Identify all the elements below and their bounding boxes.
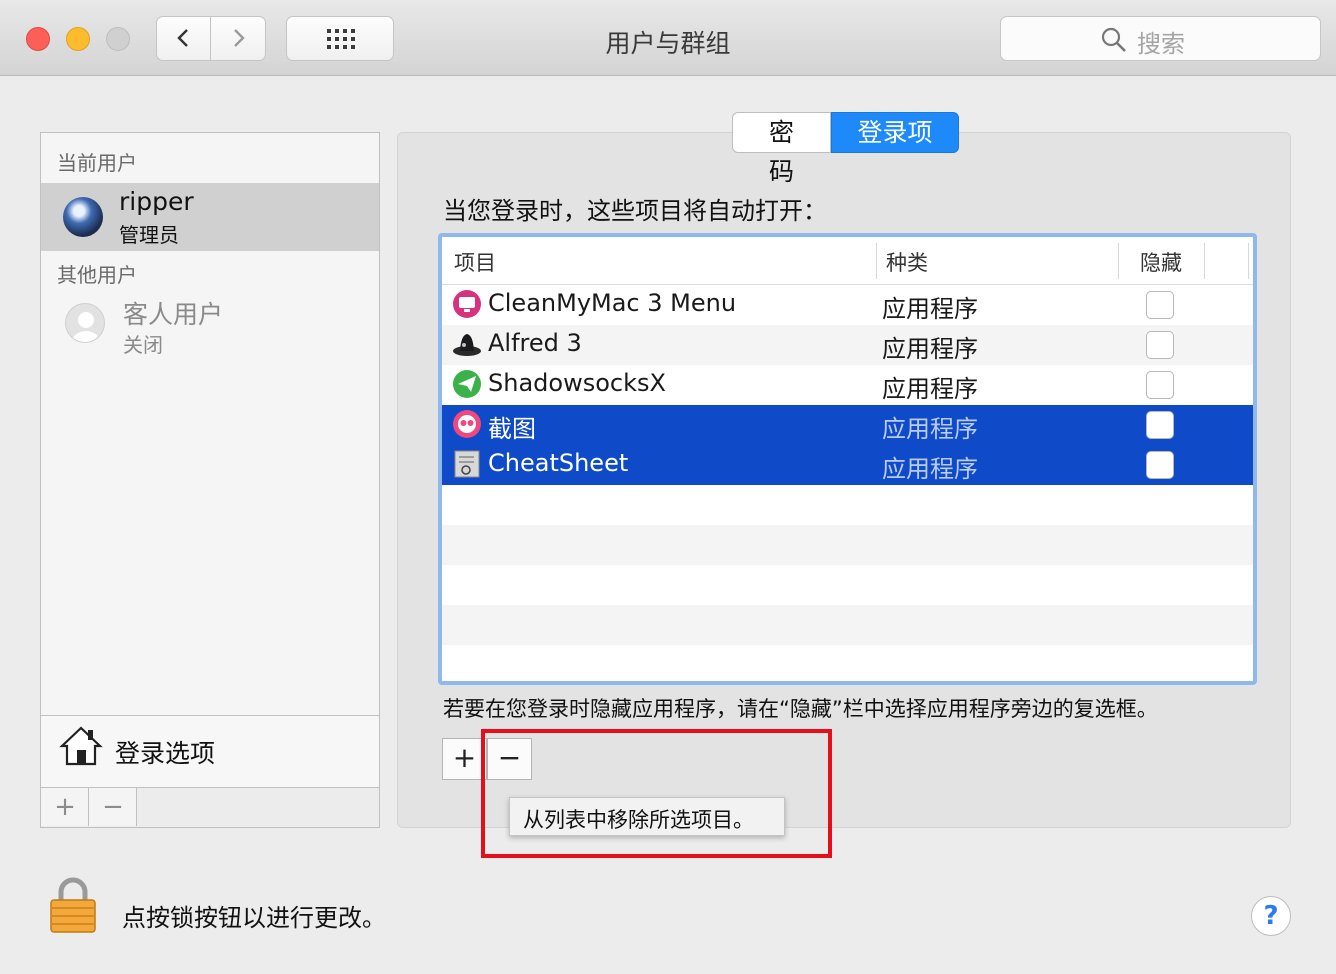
column-hide[interactable]: 隐藏 [1140, 247, 1182, 277]
alfred-icon [453, 334, 481, 356]
table-header: 项目 种类 隐藏 [442, 237, 1253, 285]
guest-user-state: 关闭 [123, 333, 163, 357]
tab-bar: 密码 登录项 [732, 112, 959, 186]
search-field[interactable]: 搜索 [1000, 16, 1321, 61]
title-bar: 用户与群组 搜索 [0, 0, 1336, 76]
remove-user-button[interactable]: − [89, 788, 137, 826]
item-kind: 应用程序 [882, 375, 978, 403]
hide-checkbox[interactable] [1146, 331, 1174, 359]
user-role: 管理员 [119, 223, 179, 247]
empty-row [442, 485, 1253, 525]
column-kind[interactable]: 种类 [886, 247, 928, 277]
avatar [63, 197, 103, 237]
table-row[interactable]: 截图 应用程序 [442, 405, 1253, 445]
house-icon [59, 726, 103, 766]
item-name: ShadowsocksX [488, 369, 666, 397]
highlight-box [481, 729, 832, 858]
other-users-label: 其他用户 [57, 263, 137, 287]
login-options-item[interactable]: 登录选项 [41, 715, 379, 787]
column-item[interactable]: 项目 [454, 247, 496, 277]
help-button[interactable]: ? [1251, 896, 1291, 936]
lock-text: 点按锁按钮以进行更改。 [122, 904, 386, 932]
login-items-table[interactable]: 项目 种类 隐藏 CleanMyMac 3 Menu 应用程序 Alfred 3… [438, 233, 1257, 685]
hide-hint: 若要在您登录时隐藏应用程序，请在“隐藏”栏中选择应用程序旁边的复选框。 [443, 697, 1158, 721]
shadowsocks-icon [453, 370, 481, 398]
login-items-intro: 当您登录时，这些项目将自动打开： [443, 197, 827, 225]
table-row[interactable]: ShadowsocksX 应用程序 [442, 365, 1253, 405]
tab-password[interactable]: 密码 [732, 112, 831, 186]
search-icon [1101, 27, 1126, 52]
user-name: ripper [119, 187, 194, 216]
item-name: Alfred 3 [488, 329, 582, 357]
item-name: CleanMyMac 3 Menu [488, 289, 737, 317]
empty-row [442, 605, 1253, 645]
item-kind: 应用程序 [882, 455, 978, 483]
item-name: 截图 [488, 415, 536, 443]
hide-checkbox[interactable] [1146, 371, 1174, 399]
add-user-button[interactable]: + [41, 788, 89, 826]
item-kind: 应用程序 [882, 295, 978, 323]
item-name: CheatSheet [488, 449, 629, 477]
cleanmymac-icon [453, 290, 481, 318]
empty-row [442, 645, 1253, 681]
lock-icon[interactable] [48, 876, 98, 934]
item-kind: 应用程序 [882, 415, 978, 443]
hide-checkbox[interactable] [1146, 451, 1174, 479]
search-placeholder: 搜索 [1137, 30, 1185, 58]
empty-row [442, 565, 1253, 605]
user-list: 当前用户 ripper 管理员 其他用户 客人用户 关闭 登录选项 + − [40, 132, 380, 828]
table-row[interactable]: CheatSheet 应用程序 [442, 445, 1253, 485]
user-item-ripper[interactable]: ripper 管理员 [41, 183, 379, 251]
login-options-label: 登录选项 [115, 739, 216, 768]
item-kind: 应用程序 [882, 335, 978, 363]
current-user-label: 当前用户 [57, 151, 137, 175]
table-row[interactable]: Alfred 3 应用程序 [442, 325, 1253, 365]
cheatsheet-icon [454, 450, 480, 478]
empty-row [442, 525, 1253, 565]
guest-user-name: 客人用户 [123, 300, 224, 329]
user-add-remove-bar: + − [41, 787, 379, 827]
table-row[interactable]: CleanMyMac 3 Menu 应用程序 [442, 285, 1253, 325]
guest-avatar-icon [65, 303, 105, 343]
hide-checkbox[interactable] [1146, 291, 1174, 319]
hide-checkbox[interactable] [1146, 411, 1174, 439]
screenshot-app-icon [453, 410, 481, 438]
tab-login-items[interactable]: 登录项 [831, 112, 959, 153]
